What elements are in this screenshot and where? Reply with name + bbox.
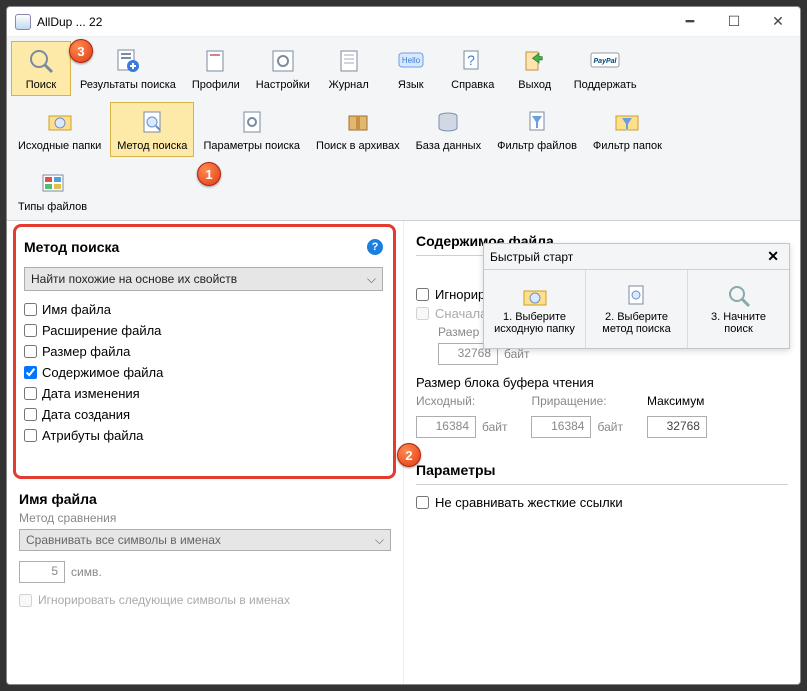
qs-step-1[interactable]: 1. Выберите исходную папку [484, 270, 586, 348]
ribbon-row-1: Поиск Результаты поиска Профили Настройк… [7, 37, 800, 98]
check-hardlinks[interactable]: Не сравнивать жесткие ссылки [416, 495, 788, 510]
ribbon-src-folders[interactable]: Исходные папки [11, 102, 108, 157]
callout-3: 3 [69, 39, 93, 63]
minimize-button[interactable]: ━ [668, 7, 712, 37]
ribbon-profiles[interactable]: Профили [185, 41, 247, 96]
ribbon-language[interactable]: Hello Язык [381, 41, 441, 96]
app-icon [15, 14, 31, 30]
titlebar: AllDup ... 22 ━ ☐ ✕ [7, 7, 800, 37]
help-badge-icon[interactable]: ? [367, 239, 383, 255]
method-group-title: Метод поиска [24, 239, 119, 255]
quickstart-close-icon[interactable]: ✕ [763, 248, 783, 265]
check-attrs[interactable]: Атрибуты файла [24, 425, 383, 446]
profiles-icon [200, 45, 232, 77]
database-icon [432, 106, 464, 138]
ribbon-journal[interactable]: Журнал [319, 41, 379, 96]
qs-step-2[interactable]: 2. Выберите метод поиска [586, 270, 688, 348]
check-ignore-chars[interactable]: Игнорировать следующие символы в именах [19, 593, 391, 607]
check-size[interactable]: Размер файла [24, 341, 383, 362]
ribbon: Поиск Результаты поиска Профили Настройк… [7, 37, 800, 221]
folder-search-icon [44, 106, 76, 138]
maximize-button[interactable]: ☐ [712, 7, 756, 37]
ribbon-donate[interactable]: PayPal Поддержать [567, 41, 644, 96]
exit-icon [519, 45, 551, 77]
folder-filter-icon [611, 106, 643, 138]
max-input[interactable]: 32768 [647, 416, 707, 438]
inc-input[interactable]: 16384 [531, 416, 591, 438]
ribbon-archives[interactable]: Поиск в архивах [309, 102, 407, 157]
src-input[interactable]: 16384 [416, 416, 476, 438]
check-filename[interactable]: Имя файла [24, 299, 383, 320]
callout-2: 2 [397, 443, 421, 467]
svg-text:PayPal: PayPal [594, 58, 618, 65]
quickstart-panel: Быстрый старт ✕ 1. Выберите исходную пап… [483, 243, 790, 349]
close-button[interactable]: ✕ [756, 7, 800, 37]
results-icon [112, 45, 144, 77]
ribbon-search-params[interactable]: Параметры поиска [196, 102, 307, 157]
compare-dropdown[interactable]: Сравнивать все символы в именах ⌵ [19, 529, 391, 551]
method-dropdown[interactable]: Найти похожие на основе их свойств ⌵ [24, 267, 383, 291]
svg-text:Hello: Hello [402, 56, 421, 65]
filename-section-title: Имя файла [19, 485, 391, 511]
gear-icon [267, 45, 299, 77]
ribbon-file-types[interactable]: Типы файлов [11, 163, 94, 218]
hello-icon: Hello [395, 45, 427, 77]
ribbon-row-3: Типы файлов [7, 159, 800, 220]
check-content[interactable]: Содержимое файла [24, 362, 383, 383]
file-filter-icon [521, 106, 553, 138]
archive-icon [342, 106, 374, 138]
quickstart-title: Быстрый старт [490, 250, 573, 264]
window-title: AllDup ... 22 [37, 15, 668, 29]
ribbon-exit[interactable]: Выход [505, 41, 565, 96]
compare-method-label: Метод сравнения [19, 511, 391, 529]
svg-text:?: ? [467, 52, 475, 68]
ribbon-settings[interactable]: Настройки [249, 41, 317, 96]
ribbon-file-filter[interactable]: Фильтр файлов [490, 102, 584, 157]
ribbon-database[interactable]: База данных [409, 102, 489, 157]
callout-1: 1 [197, 162, 221, 186]
right-panel: Содержимое файла -файлах Игнорировать ме… [404, 221, 800, 684]
method-checklist: Имя файла Расширение файла Размер файла … [24, 299, 383, 446]
file-types-icon [37, 167, 69, 199]
check-extension[interactable]: Расширение файла [24, 320, 383, 341]
folder-icon [522, 283, 548, 309]
doc-search-icon [136, 106, 168, 138]
journal-icon [333, 45, 365, 77]
left-panel: Метод поиска ? Найти похожие на основе и… [7, 221, 404, 684]
ribbon-search[interactable]: Поиск [11, 41, 71, 96]
ribbon-help[interactable]: ? Справка [443, 41, 503, 96]
params-group-title: Параметры [416, 462, 496, 478]
doc-search-icon [624, 283, 650, 309]
magnifier-icon [25, 45, 57, 77]
symbols-input[interactable]: 5 [19, 561, 65, 583]
check-createdate[interactable]: Дата создания [24, 404, 383, 425]
paypal-icon: PayPal [589, 45, 621, 77]
qs-step-3[interactable]: 3. Начните поиск [688, 270, 789, 348]
check-moddate[interactable]: Дата изменения [24, 383, 383, 404]
help-icon: ? [457, 45, 489, 77]
ribbon-search-method[interactable]: Метод поиска [110, 102, 194, 157]
magnifier-icon [726, 283, 752, 309]
buffer-title: Размер блока буфера чтения [416, 375, 788, 390]
chevron-down-icon: ⌵ [367, 272, 376, 287]
ribbon-row-2: Исходные папки Метод поиска Параметры по… [7, 98, 800, 159]
ribbon-folder-filter[interactable]: Фильтр папок [586, 102, 669, 157]
chevron-down-icon: ⌵ [375, 533, 384, 548]
doc-gear-icon [236, 106, 268, 138]
